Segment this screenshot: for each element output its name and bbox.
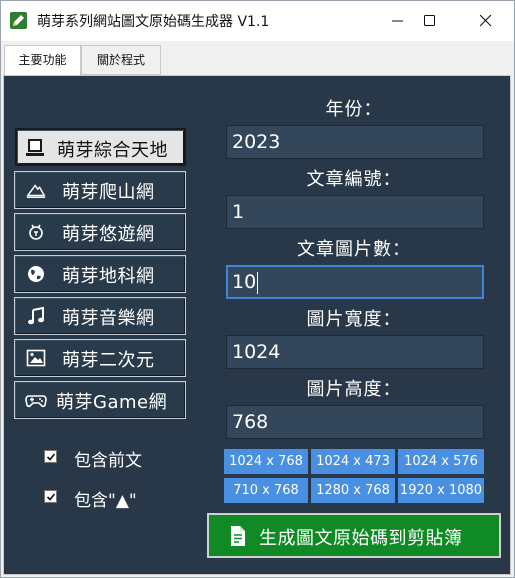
site-button-label: 萌芽綜合天地 — [57, 140, 168, 161]
preset-1280x768-button[interactable]: 1280 x 768 — [311, 478, 395, 503]
computer-icon — [26, 139, 44, 156]
close-button[interactable] — [463, 1, 509, 41]
site-button-label: 萌芽爬山網 — [62, 182, 155, 203]
preset-710x768-button[interactable]: 710 x 768 — [224, 478, 308, 503]
maximize-icon — [424, 15, 435, 26]
image-height-value: 768 — [232, 411, 269, 433]
image-height-input[interactable]: 768 — [226, 405, 484, 439]
image-count-input[interactable]: 10 — [226, 265, 484, 299]
site-button-hiking[interactable]: 萌芽爬山網 — [14, 171, 186, 209]
gamepad-icon — [25, 395, 47, 408]
site-button-anime[interactable]: 萌芽二次元 — [14, 339, 186, 377]
article-id-value: 1 — [232, 201, 245, 223]
site-button-label: 萌芽Game網 — [56, 392, 168, 413]
app-window: 萌芽系列網站圖文原始碼生成器 V1.1 主要功能 關於程式 萌芽綜合天地 萌芽爬… — [0, 0, 515, 578]
preset-1024x473-button[interactable]: 1024 x 473 — [311, 449, 395, 474]
image-width-input[interactable]: 1024 — [226, 335, 484, 369]
preset-1920x1080-button[interactable]: 1920 x 1080 — [398, 478, 484, 503]
checkmark-icon — [46, 453, 56, 461]
travel-icon — [29, 224, 43, 240]
generate-to-clipboard-button[interactable]: 生成圖文原始碼到剪貼簿 — [207, 513, 501, 558]
generate-button-label: 生成圖文原始碼到剪貼簿 — [259, 528, 463, 549]
site-button-geoscience[interactable]: 萌芽地科網 — [14, 255, 186, 293]
article-id-label: 文章編號： — [306, 169, 402, 190]
image-count-value: 10 — [232, 271, 257, 293]
include-preface-label: 包含前文 — [74, 451, 142, 471]
text-caret — [257, 271, 259, 294]
include-triangle-label: 包含"▲" — [74, 491, 137, 511]
checkbox-box[interactable] — [44, 450, 57, 463]
document-icon — [231, 526, 245, 546]
image-width-label: 圖片寬度： — [306, 309, 402, 330]
article-id-input[interactable]: 1 — [226, 195, 484, 229]
checkbox-box[interactable] — [44, 490, 57, 503]
site-button-label: 萌芽地科網 — [62, 266, 155, 287]
year-input[interactable]: 2023 — [226, 125, 484, 159]
year-label: 年份： — [325, 99, 383, 120]
main-panel: 萌芽綜合天地 萌芽爬山網 萌芽悠遊網 萌芽地科網 萌芽音樂網 萌芽二次元 萌芽G… — [3, 75, 511, 575]
window-title: 萌芽系列網站圖文原始碼生成器 V1.1 — [37, 14, 270, 30]
maximize-button[interactable] — [407, 1, 453, 41]
title-bar[interactable]: 萌芽系列網站圖文原始碼生成器 V1.1 — [1, 1, 514, 41]
tab-main-functions[interactable]: 主要功能 — [4, 45, 81, 76]
checkmark-icon — [46, 493, 56, 501]
year-value: 2023 — [232, 131, 281, 153]
image-width-value: 1024 — [232, 341, 281, 363]
music-note-icon — [28, 306, 44, 325]
tab-about[interactable]: 關於程式 — [81, 45, 161, 75]
mountain-icon — [26, 184, 46, 198]
preset-1024x576-button[interactable]: 1024 x 576 — [398, 449, 484, 474]
site-button-label: 萌芽悠遊網 — [62, 224, 155, 245]
app-pencil-icon — [10, 12, 27, 29]
image-height-label: 圖片高度： — [306, 379, 402, 400]
preset-1024x768-button[interactable]: 1024 x 768 — [224, 449, 308, 474]
site-button-music[interactable]: 萌芽音樂網 — [14, 297, 186, 335]
minimize-icon — [392, 20, 403, 22]
image-count-label: 文章圖片數： — [297, 239, 411, 260]
site-button-label: 萌芽音樂網 — [62, 308, 155, 329]
site-button-label: 萌芽二次元 — [62, 350, 155, 371]
anime-picture-icon — [26, 349, 46, 367]
globe-icon — [28, 266, 44, 282]
site-button-travel[interactable]: 萌芽悠遊網 — [14, 213, 186, 251]
site-button-game[interactable]: 萌芽Game網 — [14, 381, 186, 419]
close-icon — [480, 15, 492, 27]
site-button-comprehensive[interactable]: 萌芽綜合天地 — [15, 128, 186, 166]
